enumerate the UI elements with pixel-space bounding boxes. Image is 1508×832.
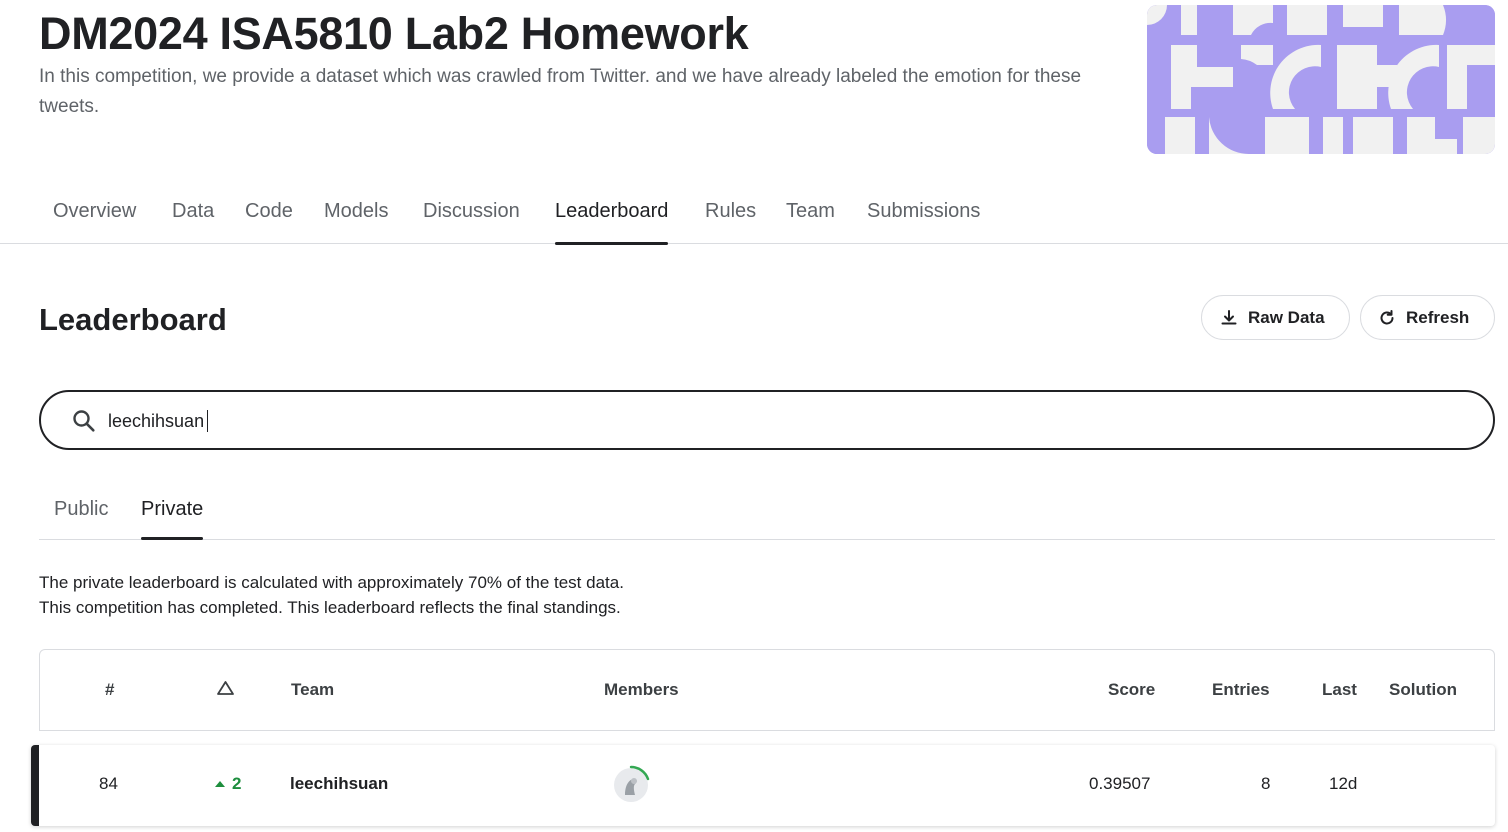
tab-private[interactable]: Private [141, 498, 204, 540]
avatar[interactable] [611, 765, 651, 805]
competition-completed-note: This competition has completed. This lea… [39, 598, 621, 617]
private-leaderboard-note: The private leaderboard is calculated wi… [39, 573, 624, 592]
team-name-link[interactable]: leechihsuan [290, 774, 388, 794]
tab-data[interactable]: Data [172, 200, 214, 244]
refresh-label: Refresh [1406, 307, 1470, 327]
tab-rules[interactable]: Rules [705, 200, 756, 244]
refresh-button[interactable]: Refresh [1360, 295, 1495, 340]
column-last[interactable]: Last [1322, 680, 1357, 700]
tab-models[interactable]: Models [324, 200, 388, 244]
rank-change-cell: 2 [215, 774, 241, 794]
refresh-icon [1380, 309, 1394, 324]
rank-change-value: 2 [232, 774, 242, 793]
entries-cell: 8 [1261, 774, 1271, 793]
tab-team[interactable]: Team [786, 200, 835, 244]
rank-cell: 84 [99, 774, 118, 793]
tab-submissions[interactable]: Submissions [867, 200, 980, 244]
tab-public[interactable]: Public [54, 498, 108, 539]
leaderboard-heading: Leaderboard [39, 302, 227, 337]
search-icon [73, 410, 95, 432]
search-input[interactable] [108, 409, 1408, 433]
tab-leaderboard[interactable]: Leaderboard [555, 200, 669, 245]
raw-data-label: Raw Data [1248, 307, 1325, 327]
competition-nav: Overview Data Code Models Discussion Lea… [0, 190, 1508, 245]
triangle-outline-icon[interactable] [216, 680, 235, 696]
tab-code[interactable]: Code [245, 200, 293, 244]
column-team[interactable]: Team [291, 680, 334, 700]
score-cell: 0.39507 [1089, 774, 1151, 793]
competition-title: DM2024 ISA5810 Lab2 Homework [39, 8, 749, 59]
raw-data-button[interactable]: Raw Data [1201, 295, 1350, 340]
tab-discussion[interactable]: Discussion [423, 200, 520, 244]
leaderboard-search-bar[interactable] [39, 390, 1495, 450]
tab-overview[interactable]: Overview [53, 200, 136, 244]
leaderboard-table-header: # Team Members Score Entries Last Soluti… [39, 649, 1495, 731]
column-rank[interactable]: # [105, 680, 114, 700]
column-score[interactable]: Score [1108, 680, 1155, 700]
column-solution: Solution [1389, 680, 1457, 699]
last-submission-cell: 12d [1329, 774, 1358, 793]
caret-up-icon [215, 781, 225, 787]
column-entries[interactable]: Entries [1212, 680, 1270, 700]
leaderboard-note: The private leaderboard is calculated wi… [39, 570, 624, 620]
leaderboard-subtabs: Public Private [39, 490, 1495, 540]
column-members: Members [604, 680, 679, 699]
text-caret [207, 410, 208, 432]
competition-description: In this competition, we provide a datase… [39, 66, 1082, 117]
table-row[interactable]: 84 2 leechihsuan 0.39507 8 12d [31, 745, 1495, 826]
competition-banner-image [1147, 5, 1495, 154]
download-icon [1221, 309, 1237, 324]
